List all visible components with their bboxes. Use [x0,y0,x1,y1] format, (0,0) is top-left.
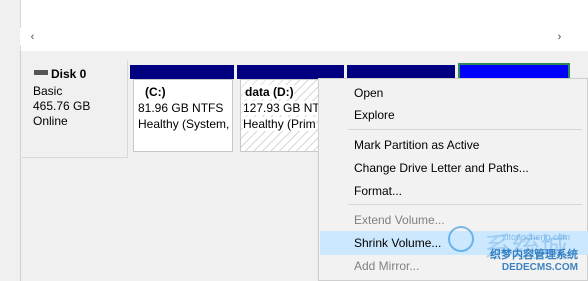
watermark-logo-icon [448,226,474,252]
menu-item-shrink-volume[interactable]: Shrink Volume... [354,236,441,250]
partition-d-size: 127.93 GB NTF [243,101,328,115]
partition-c[interactable]: (C:) 81.96 GB NTFS Healthy (System, [133,79,233,152]
partition-bar-3 [347,65,455,79]
menu-item-add-mirror: Add Mirror... [354,259,420,273]
disk-size: 465.76 GB [33,99,91,113]
partition-d-name: data (D:) [245,85,294,99]
watermark-faint: xitongcheng.com [501,232,570,242]
menu-separator [348,129,582,130]
menu-item-mark-active[interactable]: Mark Partition as Active [354,138,479,152]
disk-icon [34,70,48,75]
partition-bar-c [130,65,234,79]
horizontal-scrollbar[interactable] [20,28,568,45]
scroll-right-icon[interactable]: › [551,28,568,45]
menu-item-extend-volume: Extend Volume... [354,213,445,227]
scroll-left-icon[interactable]: ‹ [24,28,41,45]
disk-type: Basic [33,84,63,98]
partition-bar-d [237,65,344,79]
partition-c-size: 81.96 GB NTFS [138,101,224,115]
disk-status: Online [33,114,68,128]
menu-item-open[interactable]: Open [354,86,383,100]
watermark-text: 织梦内容管理系统 [490,249,578,261]
partition-d-status: Healthy (Prim [243,117,316,131]
menu-separator [348,204,582,205]
menu-item-format[interactable]: Format... [354,184,402,198]
watermark-url: DEDECMS.COM [501,262,578,273]
disk-title: Disk 0 [51,67,87,81]
menu-item-change-letter[interactable]: Change Drive Letter and Paths... [354,161,529,175]
menu-item-explore[interactable]: Explore [354,108,395,122]
partition-c-status: Healthy (System, [138,117,230,131]
partition-c-name: (C:) [145,85,166,99]
